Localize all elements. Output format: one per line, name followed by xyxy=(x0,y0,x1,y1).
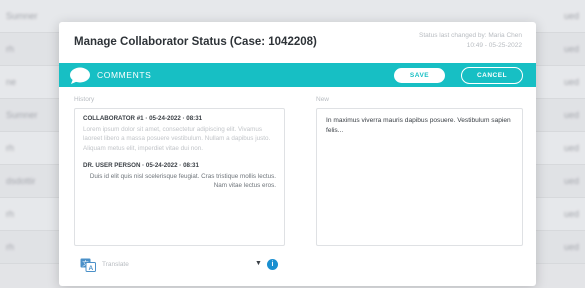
history-panel[interactable]: COLLABORATOR #1 · 05-24-2022 · 08:31 Lor… xyxy=(74,108,285,246)
new-comment-textarea[interactable]: In maximus viverra mauris dapibus posuer… xyxy=(316,108,523,246)
status-last-changed: Status last changed by: Maria Chen 10:49… xyxy=(419,31,522,51)
history-entry-body: Duis id elit quis nisl scelerisque feugi… xyxy=(89,172,276,190)
caret-down-icon[interactable]: ▼ xyxy=(255,260,262,267)
info-icon[interactable]: i xyxy=(267,259,278,270)
svg-text:A: A xyxy=(88,265,93,272)
collaborator-status-modal: Manage Collaborator Status (Case: 104220… xyxy=(59,22,536,286)
new-comment-label: New xyxy=(316,96,330,103)
save-button[interactable]: SAVE xyxy=(394,68,445,83)
cancel-button[interactable]: CANCEL xyxy=(461,67,523,84)
status-changed-time: 10:49 - 05-25-2022 xyxy=(466,42,522,49)
history-entry: COLLABORATOR #1 · 05-24-2022 · 08:31 Lor… xyxy=(83,115,276,153)
modal-header: Manage Collaborator Status (Case: 104220… xyxy=(59,22,536,63)
history-entry: DR. USER PERSON · 05-24-2022 · 08:31 Dui… xyxy=(83,162,276,191)
history-entry-body: Lorem ipsum dolor sit amet, consectetur … xyxy=(83,126,271,152)
comments-label: COMMENTS xyxy=(97,70,152,80)
history-label: History xyxy=(74,96,95,103)
translate-label: Translate xyxy=(102,261,129,268)
status-changed-by: Status last changed by: Maria Chen xyxy=(419,32,522,39)
translate-dropdown[interactable]: 文 A Translate ▼ i xyxy=(74,256,285,274)
modal-title: Manage Collaborator Status (Case: 104220… xyxy=(74,36,317,48)
comments-bar: COMMENTS SAVE CANCEL xyxy=(59,63,536,87)
history-entry-header: COLLABORATOR #1 · 05-24-2022 · 08:31 xyxy=(83,115,203,122)
speech-bubble-icon xyxy=(70,67,90,84)
history-entry-header: DR. USER PERSON · 05-24-2022 · 08:31 xyxy=(83,161,199,169)
translate-icon: 文 A xyxy=(80,258,96,272)
